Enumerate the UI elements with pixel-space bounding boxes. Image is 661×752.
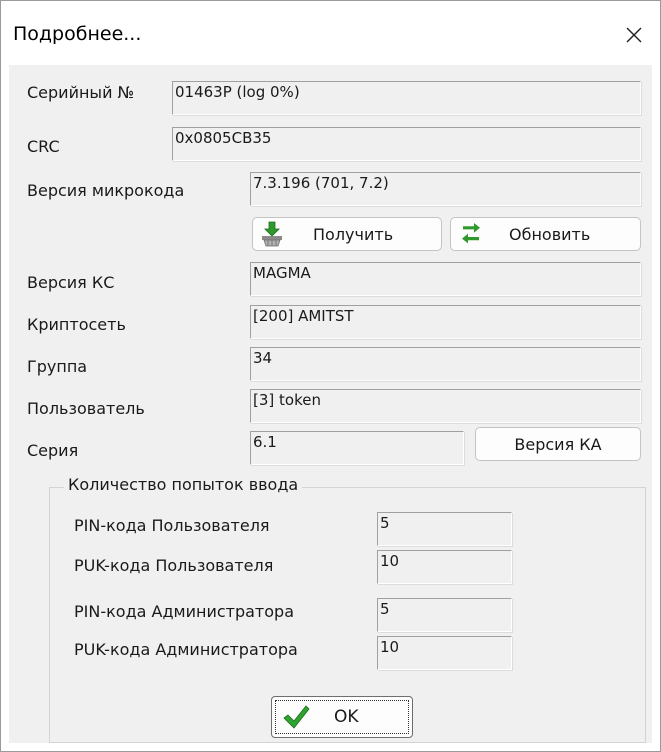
admin-puk-label: PUK-кода Администратора: [74, 640, 298, 659]
refresh-arrows-icon: [462, 223, 480, 244]
ok-button-focus: OK: [275, 700, 409, 734]
user-label: Пользователь: [27, 399, 145, 418]
close-button[interactable]: [614, 15, 654, 55]
cryptonet-field[interactable]: [200] AMITST: [250, 305, 641, 339]
crc-label: CRC: [27, 137, 60, 156]
download-basket-icon: [262, 221, 282, 247]
ka-version-button[interactable]: Версия КА: [475, 427, 641, 461]
series-field[interactable]: 6.1: [250, 431, 464, 465]
firmware-label: Версия микрокода: [27, 181, 185, 200]
group-label: Группа: [27, 357, 88, 376]
dialog-body: Серийный № 01463P (log 0%) CRC 0x0805CB3…: [9, 65, 652, 743]
get-button-label: Получить: [313, 224, 394, 244]
refresh-button-label: Обновить: [509, 224, 591, 244]
ks-version-label: Версия КС: [27, 273, 115, 292]
admin-pin-label: PIN-кода Администратора: [74, 602, 294, 621]
admin-puk-field[interactable]: 10: [377, 636, 512, 670]
admin-pin-field[interactable]: 5: [377, 598, 512, 632]
serial-field[interactable]: 01463P (log 0%): [172, 81, 641, 115]
window-title: Подробнее...: [13, 23, 142, 45]
attempts-group-title: Количество попыток ввода: [64, 475, 303, 494]
series-label: Серия: [27, 441, 79, 460]
serial-label: Серийный №: [27, 83, 135, 102]
get-button[interactable]: Получить: [252, 217, 442, 251]
user-pin-label: PIN-кода Пользователя: [74, 516, 270, 535]
title-bar: Подробнее...: [1, 1, 660, 65]
user-pin-field[interactable]: 5: [377, 512, 512, 546]
ok-button[interactable]: OK: [271, 696, 413, 738]
crc-field[interactable]: 0x0805CB35: [172, 127, 641, 161]
details-dialog: Подробнее... Серийный № 01463P (log 0%) …: [0, 0, 661, 752]
user-puk-label: PUK-кода Пользователя: [74, 556, 274, 575]
close-icon: [626, 27, 642, 43]
ks-version-field[interactable]: MAGMA: [250, 262, 641, 296]
ka-version-button-label: Версия КА: [514, 434, 602, 454]
user-puk-field[interactable]: 10: [377, 550, 512, 584]
ok-button-label: OK: [334, 707, 359, 727]
group-field[interactable]: 34: [250, 347, 641, 381]
cryptonet-label: Криптосеть: [27, 315, 126, 334]
refresh-button[interactable]: Обновить: [450, 217, 641, 251]
user-field[interactable]: [3] token: [250, 389, 641, 423]
firmware-field[interactable]: 7.3.196 (701, 7.2): [250, 172, 641, 206]
checkmark-icon: [283, 705, 310, 729]
